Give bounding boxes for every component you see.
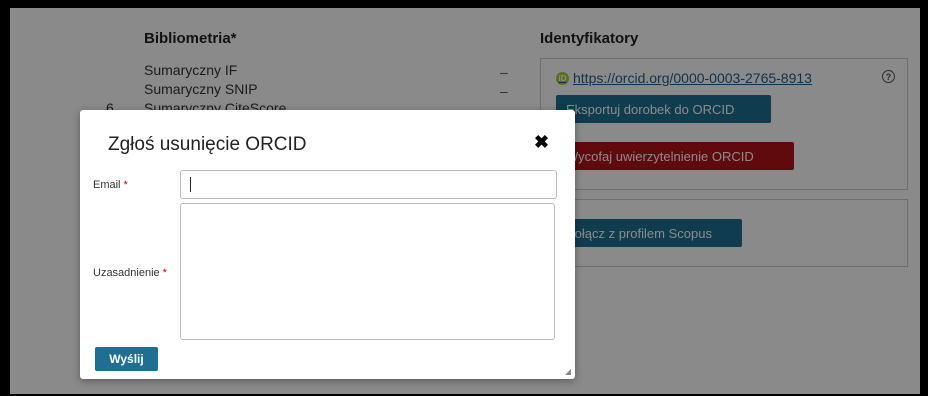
dialog-title: Zgłoś usunięcie ORCID [108,134,307,155]
send-button[interactable]: Wyślij [95,347,158,371]
remove-orcid-dialog: Zgłoś usunięcie ORCID ✖ Email * Uzasadnie… [80,110,575,379]
text-cursor [190,177,191,192]
email-label-text: Email [93,179,121,191]
required-marker: * [123,179,128,191]
justification-label: Uzasadnienie * [93,267,167,279]
resize-handle-icon[interactable] [565,369,571,375]
app-frame: Bibliometria* Sumaryczny IF – Sumaryczny… [10,8,920,394]
required-marker: * [162,267,167,279]
justification-textarea[interactable] [180,203,555,340]
close-icon[interactable]: ✖ [534,132,549,153]
email-label: Email * [93,179,128,191]
justification-label-text: Uzasadnienie [93,267,160,279]
email-field[interactable] [180,170,557,199]
